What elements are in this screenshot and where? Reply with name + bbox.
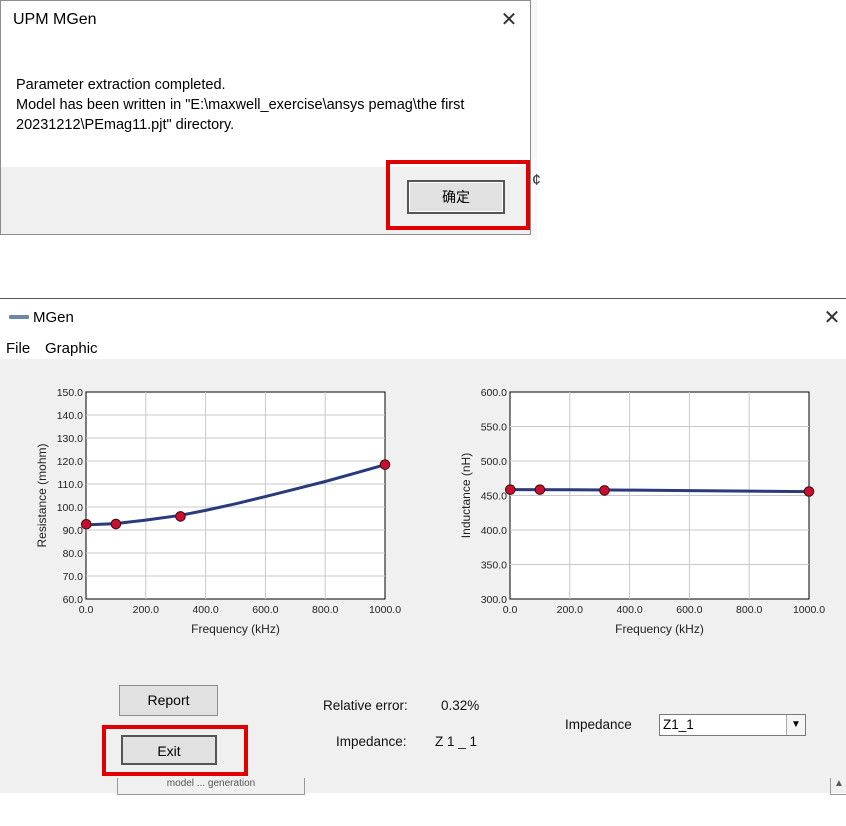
plot-area [85,391,386,600]
impedance-select[interactable]: Z1_1 ▼ [659,714,806,736]
x-tick-label: 400.0 [616,604,642,616]
y-tick-label: 350.0 [481,560,507,572]
window-top-border [0,298,846,299]
data-point-marker [803,486,815,497]
impedance-label: Impedance: [336,734,407,749]
x-tick-label: 800.0 [312,604,338,616]
dialog-close-icon[interactable]: ✕ [498,9,520,31]
y-tick-label: 450.0 [481,491,507,503]
impedance-select-label: Impedance [565,717,632,732]
y-tick-label: 500.0 [481,456,507,468]
y-tick-label: 550.0 [481,422,507,434]
menu-file[interactable]: File [6,340,30,357]
background-scroll-arrow-icon: ▲ [830,778,846,795]
y-tick-label: 90.0 [63,525,84,537]
x-tick-label: 600.0 [252,604,278,616]
y-tick-label: 140.0 [57,410,83,422]
y-tick-label: 70.0 [63,571,84,583]
background-window-edge [531,0,537,240]
window-close-icon[interactable]: ✕ [820,306,844,330]
x-axis-label: Frequency (kHz) [191,622,280,636]
y-tick-label: 130.0 [57,433,83,445]
window-title: MGen [33,309,74,326]
report-button[interactable]: Report [119,685,218,716]
ok-button-highlight [386,160,530,230]
y-tick-label: 110.0 [58,479,84,491]
x-tick-label: 1000.0 [793,604,825,616]
x-tick-label: 200.0 [133,604,159,616]
chevron-down-icon[interactable]: ▼ [786,715,805,735]
dialog-title: UPM MGen [13,11,97,28]
impedance-value: Z 1 _ 1 [435,734,478,749]
data-point-marker [175,511,186,522]
dialog-message-line: 20231212\PEmag11.pjt" directory. [16,117,235,133]
y-tick-label: 600.0 [481,387,507,399]
y-tick-label: 300.0 [481,594,507,606]
data-point-marker [599,485,610,496]
background-tab-fragment: model ... generation [117,778,305,795]
x-tick-label: 400.0 [192,604,218,616]
y-tick-label: 120.0 [57,456,83,468]
data-point-marker [80,518,92,530]
dialog-message: Parameter extraction completed. Model ha… [16,75,516,135]
dialog-message-line: Model has been written in "E:\maxwell_ex… [16,97,465,113]
dialog-message-line: Parameter extraction completed. [16,77,226,93]
inductance-chart: 0.0 200.0 400.0 600.0 800.0 1000.0300.0350.04… [459,387,825,636]
x-tick-label: 600.0 [676,604,702,616]
menu-graphic[interactable]: Graphic [45,340,98,357]
y-tick-label: 60.0 [63,594,84,606]
relative-error-label: Relative error: [323,698,408,713]
y-tick-label: 150.0 [57,387,83,399]
y-tick-label: 80.0 [63,548,84,560]
background-text-fragment: ¢ [532,172,541,189]
x-tick-label: 200.0 [557,604,583,616]
y-tick-label: 400.0 [481,525,507,537]
x-tick-label: 800.0 [736,604,762,616]
data-point-marker [110,518,122,530]
data-point-marker [534,484,546,495]
x-axis-label: Frequency (kHz) [615,622,704,636]
data-point-marker [379,459,391,470]
app-window-icon [9,315,29,319]
exit-button-highlight [102,725,248,776]
data-point-marker [504,484,516,495]
impedance-select-value: Z1_1 [663,717,694,732]
resistance-chart: 0.0 200.0 400.0 600.0 800.0 1000.060.070.080.… [35,387,401,636]
y-axis-label: Inductance (nH) [459,453,473,538]
y-tick-label: 100.0 [57,502,83,514]
x-tick-label: 1000.0 [369,604,401,616]
relative-error-value: 0.32% [441,698,480,713]
y-axis-label: Resistance (mohm) [35,443,49,547]
